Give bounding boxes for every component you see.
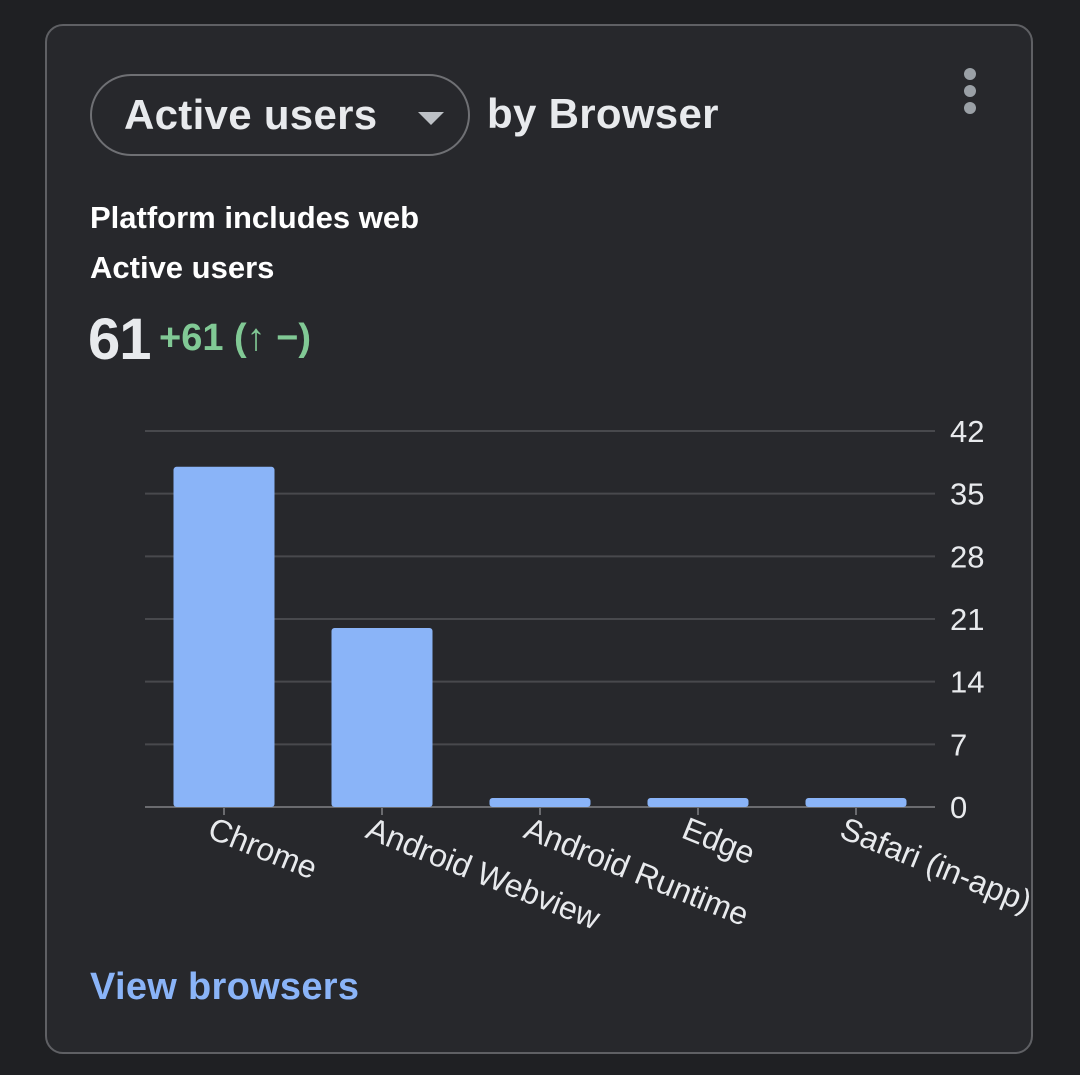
x-category-label: Edge bbox=[677, 810, 760, 871]
bar-chrome bbox=[173, 466, 275, 807]
bar-safari-in-app bbox=[805, 798, 907, 807]
bar-android-webview bbox=[331, 627, 433, 807]
y-tick-label: 42 bbox=[950, 414, 984, 449]
bar-chart: 071421283542Chrome Android WebviewAndroid… bbox=[145, 414, 1031, 937]
y-tick-label: 28 bbox=[950, 539, 984, 574]
view-browsers-link[interactable]: View browsers bbox=[90, 966, 359, 1009]
y-tick-label: 14 bbox=[950, 665, 984, 700]
x-category-label: Chrome bbox=[203, 810, 322, 886]
x-category-label: Safari (in-app) bbox=[835, 810, 1031, 919]
y-tick-label: 21 bbox=[950, 602, 984, 637]
y-tick-label: 0 bbox=[950, 790, 967, 825]
bar-edge bbox=[647, 798, 749, 807]
browser-card: Active users by Browser Platform include… bbox=[45, 24, 1033, 1054]
bar-android-runtime bbox=[489, 798, 591, 807]
y-tick-label: 35 bbox=[950, 477, 984, 512]
y-tick-label: 7 bbox=[950, 727, 967, 762]
